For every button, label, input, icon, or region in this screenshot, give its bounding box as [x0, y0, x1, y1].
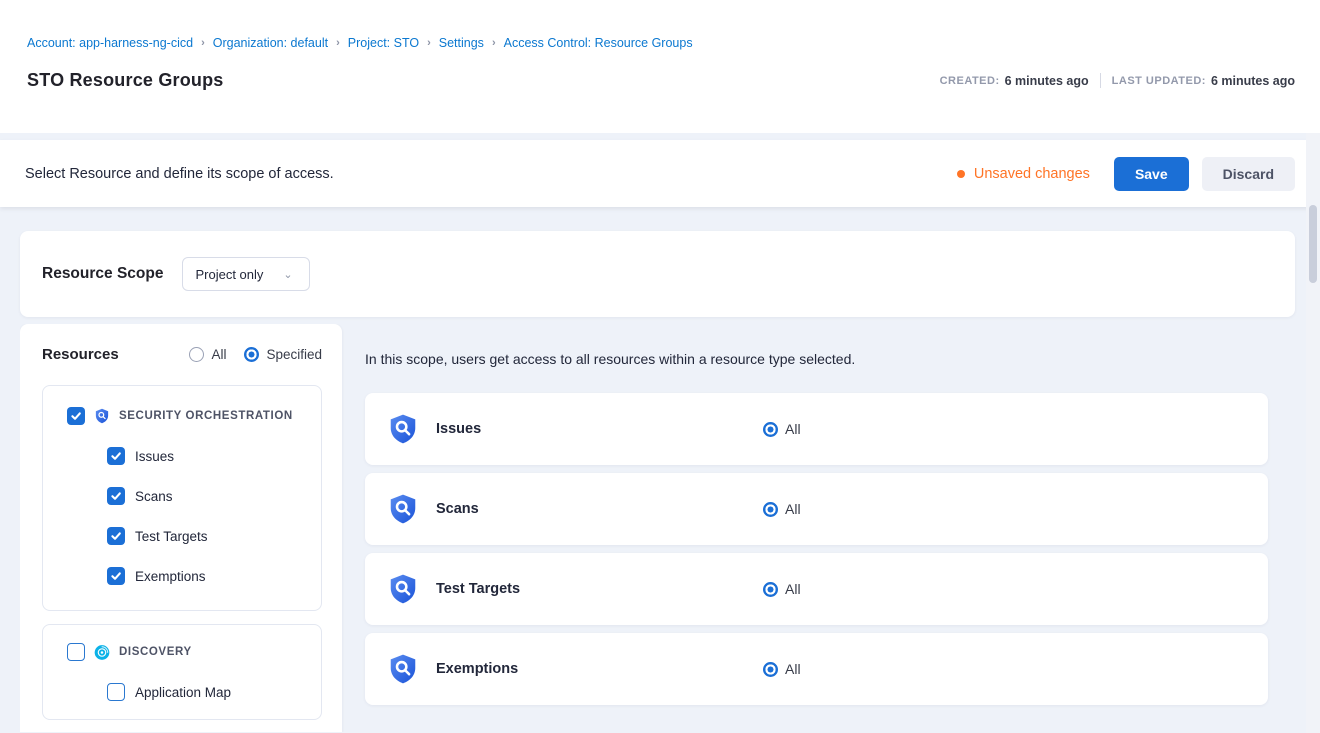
- radio-selected-icon: [763, 662, 778, 677]
- resource-card-scans: Scans All: [365, 473, 1268, 545]
- access-radio-all-issues[interactable]: All: [763, 421, 801, 437]
- sto-shield-icon: [387, 572, 419, 606]
- breadcrumb-link-account[interactable]: Account: app-harness-ng-cicd: [27, 36, 193, 50]
- resource-scope-select[interactable]: Project only ⌄: [182, 257, 310, 291]
- radio-specified[interactable]: Specified: [244, 347, 322, 362]
- checkbox-test-targets[interactable]: [107, 527, 125, 545]
- breadcrumb-link-organization[interactable]: Organization: default: [213, 36, 328, 50]
- radio-specified-icon: [244, 347, 259, 362]
- resources-panel-title: Resources: [42, 346, 119, 363]
- sto-shield-icon: [387, 652, 419, 686]
- resource-group-security-orchestration: SECURITY ORCHESTRATION Issues Scans Test…: [42, 385, 322, 611]
- tree-row-test-targets[interactable]: Test Targets: [107, 524, 311, 548]
- access-radio-all-exemptions[interactable]: All: [763, 661, 801, 677]
- tree-row-security-orchestration[interactable]: SECURITY ORCHESTRATION: [67, 404, 311, 428]
- breadcrumb: Account: app-harness-ng-cicd › Organizat…: [27, 36, 1295, 50]
- chevron-down-icon: ⌄: [283, 268, 292, 281]
- unsaved-dot-icon: [957, 170, 965, 178]
- radio-selected-icon: [763, 582, 778, 597]
- resource-scope-label: Resource Scope: [42, 265, 163, 283]
- resources-mode-radio-group: All Specified: [189, 347, 322, 362]
- chevron-right-icon: ›: [336, 37, 340, 49]
- chevron-right-icon: ›: [427, 37, 431, 49]
- scope-description: In this scope, users get access to all r…: [365, 351, 1268, 367]
- checkbox-discovery[interactable]: [67, 643, 85, 661]
- resource-card-issues: Issues All: [365, 393, 1268, 465]
- resource-card-label: Exemptions: [436, 661, 763, 677]
- access-radio-all-scans[interactable]: All: [763, 501, 801, 517]
- created-label: CREATED:: [940, 75, 1000, 87]
- meta-divider: [1100, 73, 1101, 88]
- checkbox-exemptions[interactable]: [107, 567, 125, 585]
- check-icon: [70, 411, 82, 421]
- last-updated-value: 6 minutes ago: [1211, 74, 1295, 88]
- chevron-right-icon: ›: [201, 37, 205, 49]
- save-button[interactable]: Save: [1114, 157, 1189, 191]
- radio-all-icon: [189, 347, 204, 362]
- checkbox-issues[interactable]: [107, 447, 125, 465]
- check-icon: [110, 531, 122, 541]
- breadcrumb-link-project[interactable]: Project: STO: [348, 36, 419, 50]
- tree-row-application-map[interactable]: Application Map: [107, 680, 311, 704]
- resource-card-exemptions: Exemptions All: [365, 633, 1268, 705]
- check-icon: [110, 451, 122, 461]
- radio-selected-icon: [763, 502, 778, 517]
- tree-row-exemptions[interactable]: Exemptions: [107, 564, 311, 588]
- breadcrumb-link-settings[interactable]: Settings: [439, 36, 484, 50]
- radio-all[interactable]: All: [189, 347, 226, 362]
- record-meta: CREATED: 6 minutes ago LAST UPDATED: 6 m…: [940, 73, 1295, 88]
- scrollbar-thumb[interactable]: [1309, 205, 1317, 283]
- toolbar-description: Select Resource and define its scope of …: [25, 166, 334, 182]
- unsaved-changes-indicator: Unsaved changes: [957, 166, 1090, 182]
- resource-scope-selected-value: Project only: [195, 267, 263, 282]
- check-icon: [110, 491, 122, 501]
- radio-selected-icon: [763, 422, 778, 437]
- checkbox-application-map[interactable]: [107, 683, 125, 701]
- sto-shield-icon: [94, 408, 110, 424]
- sto-shield-icon: [387, 492, 419, 526]
- breadcrumb-link-access-control[interactable]: Access Control: Resource Groups: [504, 36, 693, 50]
- resource-group-discovery: DISCOVERY Application Map: [42, 624, 322, 720]
- scope-access-section: In this scope, users get access to all r…: [365, 324, 1320, 732]
- sto-shield-icon: [387, 412, 419, 446]
- resource-card-label: Issues: [436, 421, 763, 437]
- resource-card-test-targets: Test Targets All: [365, 553, 1268, 625]
- chevron-right-icon: ›: [492, 37, 496, 49]
- discovery-icon: [94, 644, 110, 660]
- checkbox-scans[interactable]: [107, 487, 125, 505]
- resource-card-label: Scans: [436, 501, 763, 517]
- resources-panel: Resources All Specified: [20, 324, 342, 732]
- last-updated-label: LAST UPDATED:: [1112, 75, 1206, 87]
- unsaved-changes-label: Unsaved changes: [974, 166, 1090, 182]
- page-title: STO Resource Groups: [27, 70, 224, 91]
- save-toolbar: Select Resource and define its scope of …: [0, 140, 1320, 207]
- checkbox-security-orchestration[interactable]: [67, 407, 85, 425]
- tree-row-discovery[interactable]: DISCOVERY: [67, 640, 311, 664]
- tree-row-scans[interactable]: Scans: [107, 484, 311, 508]
- tree-row-issues[interactable]: Issues: [107, 444, 311, 468]
- vertical-scrollbar[interactable]: [1306, 133, 1320, 733]
- resource-scope-card: Resource Scope Project only ⌄: [20, 231, 1295, 317]
- page-header: Account: app-harness-ng-cicd › Organizat…: [0, 0, 1320, 133]
- access-radio-all-test-targets[interactable]: All: [763, 581, 801, 597]
- created-value: 6 minutes ago: [1005, 74, 1089, 88]
- resource-card-label: Test Targets: [436, 581, 763, 597]
- check-icon: [110, 571, 122, 581]
- discard-button[interactable]: Discard: [1202, 157, 1295, 191]
